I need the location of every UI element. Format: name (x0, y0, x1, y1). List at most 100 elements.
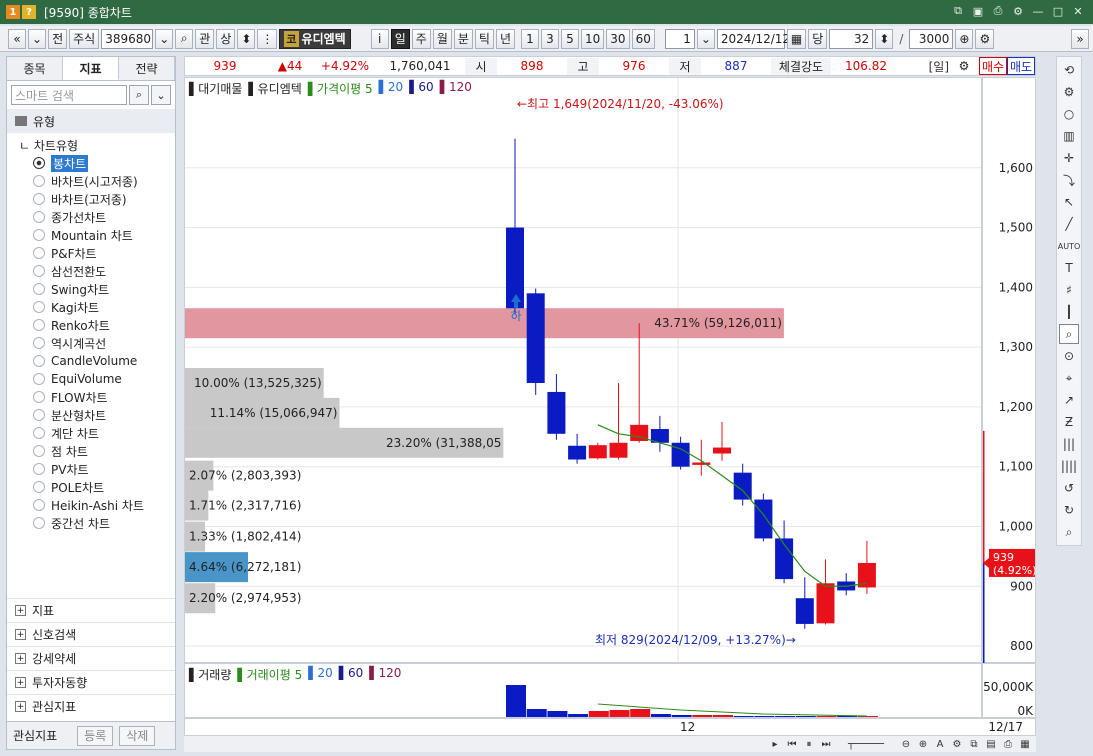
total-input[interactable]: 3000 (909, 28, 954, 49)
history-dropdown-button[interactable]: ⌄ (28, 28, 47, 49)
legend-item-ma5[interactable]: ▌가격이평 5 (308, 80, 373, 97)
zoom-slider[interactable]: ┬───── (836, 737, 896, 751)
min-10-button[interactable]: 10 (581, 28, 605, 49)
radio-icon[interactable] (33, 427, 45, 439)
radio-icon[interactable] (33, 373, 45, 385)
min-5-button[interactable]: 5 (561, 28, 579, 49)
radio-icon[interactable] (33, 247, 45, 259)
vertical-lines-icon[interactable]: |||| (1059, 456, 1079, 476)
pointer-icon[interactable]: ↖ (1059, 192, 1079, 212)
candle-icon[interactable]: ┃ (1059, 302, 1079, 322)
chart-type-item[interactable]: 바차트(고저종) (7, 190, 175, 208)
zoom-in-icon[interactable]: ⊕ (916, 737, 930, 751)
interval-dropdown-button[interactable]: ⌄ (696, 28, 715, 49)
radio-icon[interactable] (33, 409, 45, 421)
period-tick-button[interactable]: 틱 (474, 28, 494, 49)
save-icon[interactable]: ▣ (971, 4, 985, 18)
legend-item-ma20[interactable]: ▌20 (379, 80, 404, 97)
radio-icon[interactable] (33, 355, 45, 367)
count-input[interactable]: 32 (829, 28, 874, 49)
link-icon[interactable]: ⧉ (951, 4, 965, 18)
chart-type-item[interactable]: CandleVolume (7, 352, 175, 370)
legend-item-supply[interactable]: ▌대기매물 (189, 80, 242, 97)
period-minute-button[interactable]: 분 (453, 28, 473, 49)
fib-icon[interactable]: ♯ (1059, 280, 1079, 300)
chart-type-item[interactable]: 삼선전환도 (7, 262, 175, 280)
legend-item-ma120[interactable]: ▌120 (440, 80, 472, 97)
tree-chart-type[interactable]: ㄴ 차트유형 (7, 133, 175, 154)
legend-item-vma60[interactable]: ▌60 (339, 666, 364, 683)
radio-icon[interactable] (33, 283, 45, 295)
sell-button[interactable]: 매도 (1007, 57, 1035, 75)
last-icon[interactable]: ⏭ (819, 737, 833, 751)
interval-input[interactable]: 1 (664, 28, 695, 49)
chevron-down-icon[interactable]: ⌄ (151, 85, 171, 105)
chart-type-item[interactable]: 역시계곡선 (7, 334, 175, 352)
radio-icon[interactable] (33, 481, 45, 493)
volume-chart[interactable]: ▌거래량 ▌거래이평 5 ▌20 ▌60 ▌120 (184, 663, 982, 718)
delete-button[interactable]: 삭제 (119, 725, 156, 746)
section-indicator[interactable]: + 지표 (7, 598, 175, 622)
redo-icon[interactable]: ↻ (1059, 500, 1079, 520)
radio-icon[interactable] (33, 337, 45, 349)
section-investor[interactable]: + 투자자동향 (7, 670, 175, 694)
bars-icon[interactable]: ||| (1059, 434, 1079, 454)
crosshair-icon[interactable]: ✛ (1059, 148, 1079, 168)
radio-icon[interactable] (33, 193, 45, 205)
radio-icon[interactable] (33, 265, 45, 277)
chart-type-item[interactable]: 중간선 차트 (7, 514, 175, 532)
manage-button[interactable]: 관 (195, 28, 215, 49)
period-year-button[interactable]: 년 (495, 28, 515, 49)
radio-icon[interactable] (33, 157, 45, 169)
search-icon[interactable]: ⌕ (1059, 522, 1079, 542)
chart-type-item[interactable]: Swing차트 (7, 280, 175, 298)
help-icon[interactable]: ? (22, 5, 36, 19)
section-strength[interactable]: + 강세약세 (7, 646, 175, 670)
radio-icon[interactable] (33, 445, 45, 457)
print-icon[interactable]: ⎙ (1001, 737, 1015, 751)
auto-icon[interactable]: AUTO (1058, 236, 1081, 256)
pause-icon[interactable]: ⏸ (802, 737, 816, 751)
info-button[interactable]: i (370, 28, 389, 49)
radio-icon[interactable] (33, 211, 45, 223)
zoom-out-icon[interactable]: ⊖ (899, 737, 913, 751)
buy-button[interactable]: 매수 (979, 57, 1007, 75)
market-select[interactable]: 주식 (69, 28, 100, 49)
calendar-icon[interactable]: ▦ (786, 28, 807, 49)
radio-icon[interactable] (33, 517, 45, 529)
chart-type-item[interactable]: 분산형차트 (7, 406, 175, 424)
section-favorite[interactable]: + 관심지표 (7, 694, 175, 718)
register-button[interactable]: 등록 (77, 725, 114, 746)
radio-icon[interactable] (33, 463, 45, 475)
trend-icon[interactable]: ⤵ (1059, 170, 1079, 190)
legend-item-ma60[interactable]: ▌60 (409, 80, 434, 97)
gear-icon[interactable]: ⚙ (1059, 82, 1079, 102)
code-dropdown-button[interactable]: ⌄ (155, 28, 174, 49)
undo-icon[interactable]: ↺ (1059, 478, 1079, 498)
radio-icon[interactable] (33, 301, 45, 313)
z-icon[interactable]: Ƶ (1059, 412, 1079, 432)
copy-icon[interactable]: ⧉ (967, 737, 981, 751)
chart-type-item[interactable]: FLOW차트 (7, 388, 175, 406)
save-icon[interactable]: ▤ (984, 737, 998, 751)
chart-type-item[interactable]: 바차트(시고저종) (7, 172, 175, 190)
tab-stock[interactable]: 종목 (7, 57, 63, 80)
search-icon[interactable]: ⌕ (175, 28, 194, 49)
chart-type-item[interactable]: P&F차트 (7, 244, 175, 262)
price-axis[interactable]: 800 900 1,000 1,100 1,200 1,300 1,400 1,500 1,60… (981, 77, 1037, 664)
grid-icon[interactable]: ▦ (1018, 737, 1032, 751)
legend-item-volume[interactable]: ▌거래량 (189, 666, 231, 683)
gear-icon[interactable]: ⚙ (1011, 4, 1025, 18)
chart-type-item[interactable]: 점 차트 (7, 442, 175, 460)
min-3-button[interactable]: 3 (541, 28, 559, 49)
legend-item-stock[interactable]: ▌유디엠텍 (248, 80, 301, 97)
min-1-button[interactable]: 1 (521, 28, 539, 49)
chart-type-item[interactable]: Renko차트 (7, 316, 175, 334)
scroll-right-icon[interactable]: ▸ (768, 737, 782, 751)
code-input[interactable]: 389680 (101, 28, 154, 49)
zoom-area-icon[interactable]: ⊙ (1059, 346, 1079, 366)
count-label-button[interactable]: 당 (808, 28, 828, 49)
chart-type-item[interactable]: Heikin-Ashi 차트 (7, 496, 175, 514)
chart-type-item[interactable]: Mountain 차트 (7, 226, 175, 244)
radio-icon[interactable] (33, 391, 45, 403)
